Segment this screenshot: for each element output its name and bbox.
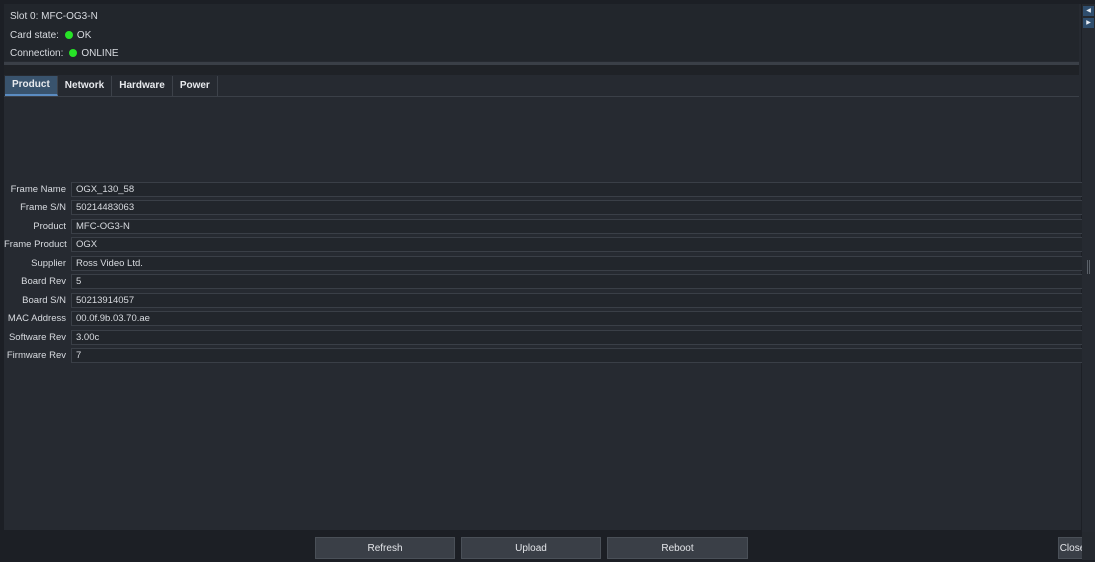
connection-value: ONLINE [81, 48, 119, 59]
tab-network[interactable]: Network [58, 76, 113, 96]
tab-divider [4, 96, 1079, 97]
connection-row: Connection: ONLINE [10, 47, 119, 61]
scrollbar-thumb[interactable] [1082, 28, 1095, 532]
field-value: 00.0f.9b.03.70.ae [71, 311, 1083, 326]
tab-bar: Product Network Hardware Power [5, 76, 218, 96]
field-value: 3.00c [71, 330, 1083, 345]
field-row-frame-product: Frame Product OGX [4, 237, 1083, 252]
upload-button[interactable]: Upload [461, 537, 601, 559]
field-label: Supplier [31, 258, 66, 269]
triangle-left-icon[interactable]: ◀ [1083, 6, 1094, 16]
field-value: 5 [71, 274, 1083, 289]
field-label: Frame Product [4, 239, 67, 250]
tab-product[interactable]: Product [5, 76, 58, 96]
field-row-product: Product MFC-OG3-N [4, 219, 1083, 234]
field-value: 50214483063 [71, 200, 1083, 215]
field-value: OGX_130_58 [71, 182, 1083, 197]
card-state-label: Card state: [10, 30, 59, 41]
field-row-mac-address: MAC Address 00.0f.9b.03.70.ae [4, 311, 1083, 326]
field-row-frame-sn: Frame S/N 50214483063 [4, 200, 1083, 215]
tab-hardware[interactable]: Hardware [112, 76, 173, 96]
field-value: MFC-OG3-N [71, 219, 1083, 234]
connection-status-icon [69, 49, 78, 57]
info-strip [4, 65, 1079, 75]
field-value: Ross Video Ltd. [71, 256, 1083, 271]
card-state-status-icon [64, 31, 73, 39]
field-label: Board Rev [21, 276, 66, 287]
reboot-button[interactable]: Reboot [607, 537, 748, 559]
field-label: Software Rev [8, 332, 66, 343]
field-row-frame-name: Frame Name OGX_130_58 [4, 182, 1083, 197]
splitter-grip-icon[interactable] [1087, 260, 1090, 274]
tab-power[interactable]: Power [173, 76, 218, 96]
field-row-software-rev: Software Rev 3.00c [4, 330, 1083, 345]
card-header: Slot 0: MFC-OG3-N Card state: OK Connecti… [4, 4, 1079, 61]
slot-title: Slot 0: MFC-OG3-N [10, 11, 98, 22]
card-state-value: OK [76, 30, 92, 41]
field-label: Frame S/N [20, 202, 66, 213]
field-label: Board S/N [22, 295, 66, 306]
refresh-button[interactable]: Refresh [315, 537, 455, 559]
field-value: OGX [71, 237, 1083, 252]
field-label: MAC Address [7, 313, 66, 324]
field-label: Firmware Rev [6, 350, 66, 361]
field-label: Frame Name [10, 184, 66, 195]
field-value: 50213914057 [71, 293, 1083, 308]
card-state-row: Card state: OK [10, 29, 91, 43]
triangle-right-icon[interactable]: ▶ [1083, 18, 1094, 28]
field-label: Product [33, 221, 66, 232]
connection-label: Connection: [10, 48, 64, 59]
field-row-firmware-rev: Firmware Rev 7 [4, 348, 1083, 363]
field-row-supplier: Supplier Ross Video Ltd. [4, 256, 1083, 271]
field-row-board-rev: Board Rev 5 [4, 274, 1083, 289]
field-value: 7 [71, 348, 1083, 363]
field-row-board-sn: Board S/N 50213914057 [4, 293, 1083, 308]
